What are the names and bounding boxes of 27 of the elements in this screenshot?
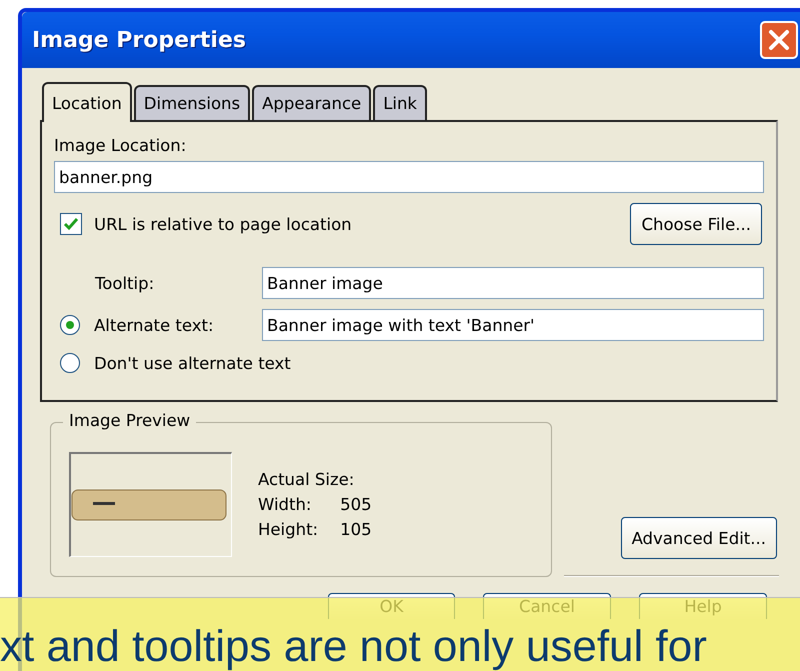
close-icon [768, 29, 790, 51]
caption-text: xt and tooltips are not only useful for [0, 626, 707, 668]
choose-file-button[interactable]: Choose File... [630, 203, 762, 245]
radio-label: Alternate text: [94, 316, 215, 334]
radio-button[interactable] [60, 315, 80, 335]
size-heading: Actual Size: [258, 470, 356, 489]
size-label: Width: [258, 495, 312, 514]
radio-label: Don't use alternate text [94, 354, 291, 372]
advanced-edit-button[interactable]: Advanced Edit... [620, 517, 777, 559]
checkbox-label: URL is relative to page location [94, 214, 352, 234]
tab[interactable]: Appearance [252, 85, 372, 120]
field-label: Tooltip: [94, 274, 156, 292]
group-title: Image Preview [63, 411, 196, 430]
size-value: 105 [340, 520, 372, 539]
input-field[interactable]: Banner image [262, 267, 764, 299]
tab[interactable]: Dimensions [134, 85, 250, 120]
tab[interactable]: Link [373, 85, 427, 120]
size-value: 505 [340, 495, 372, 514]
tab[interactable]: Location [42, 82, 132, 122]
checkbox[interactable] [60, 213, 82, 235]
close-button[interactable] [760, 21, 798, 59]
window-title: Image Properties [32, 28, 246, 52]
input-field[interactable]: banner.png [54, 161, 764, 193]
field-label: Image Location: [54, 136, 188, 155]
input-field[interactable]: Banner image with text 'Banner' [262, 309, 764, 341]
size-label: Height: [258, 520, 318, 539]
radio-button[interactable] [60, 353, 80, 373]
